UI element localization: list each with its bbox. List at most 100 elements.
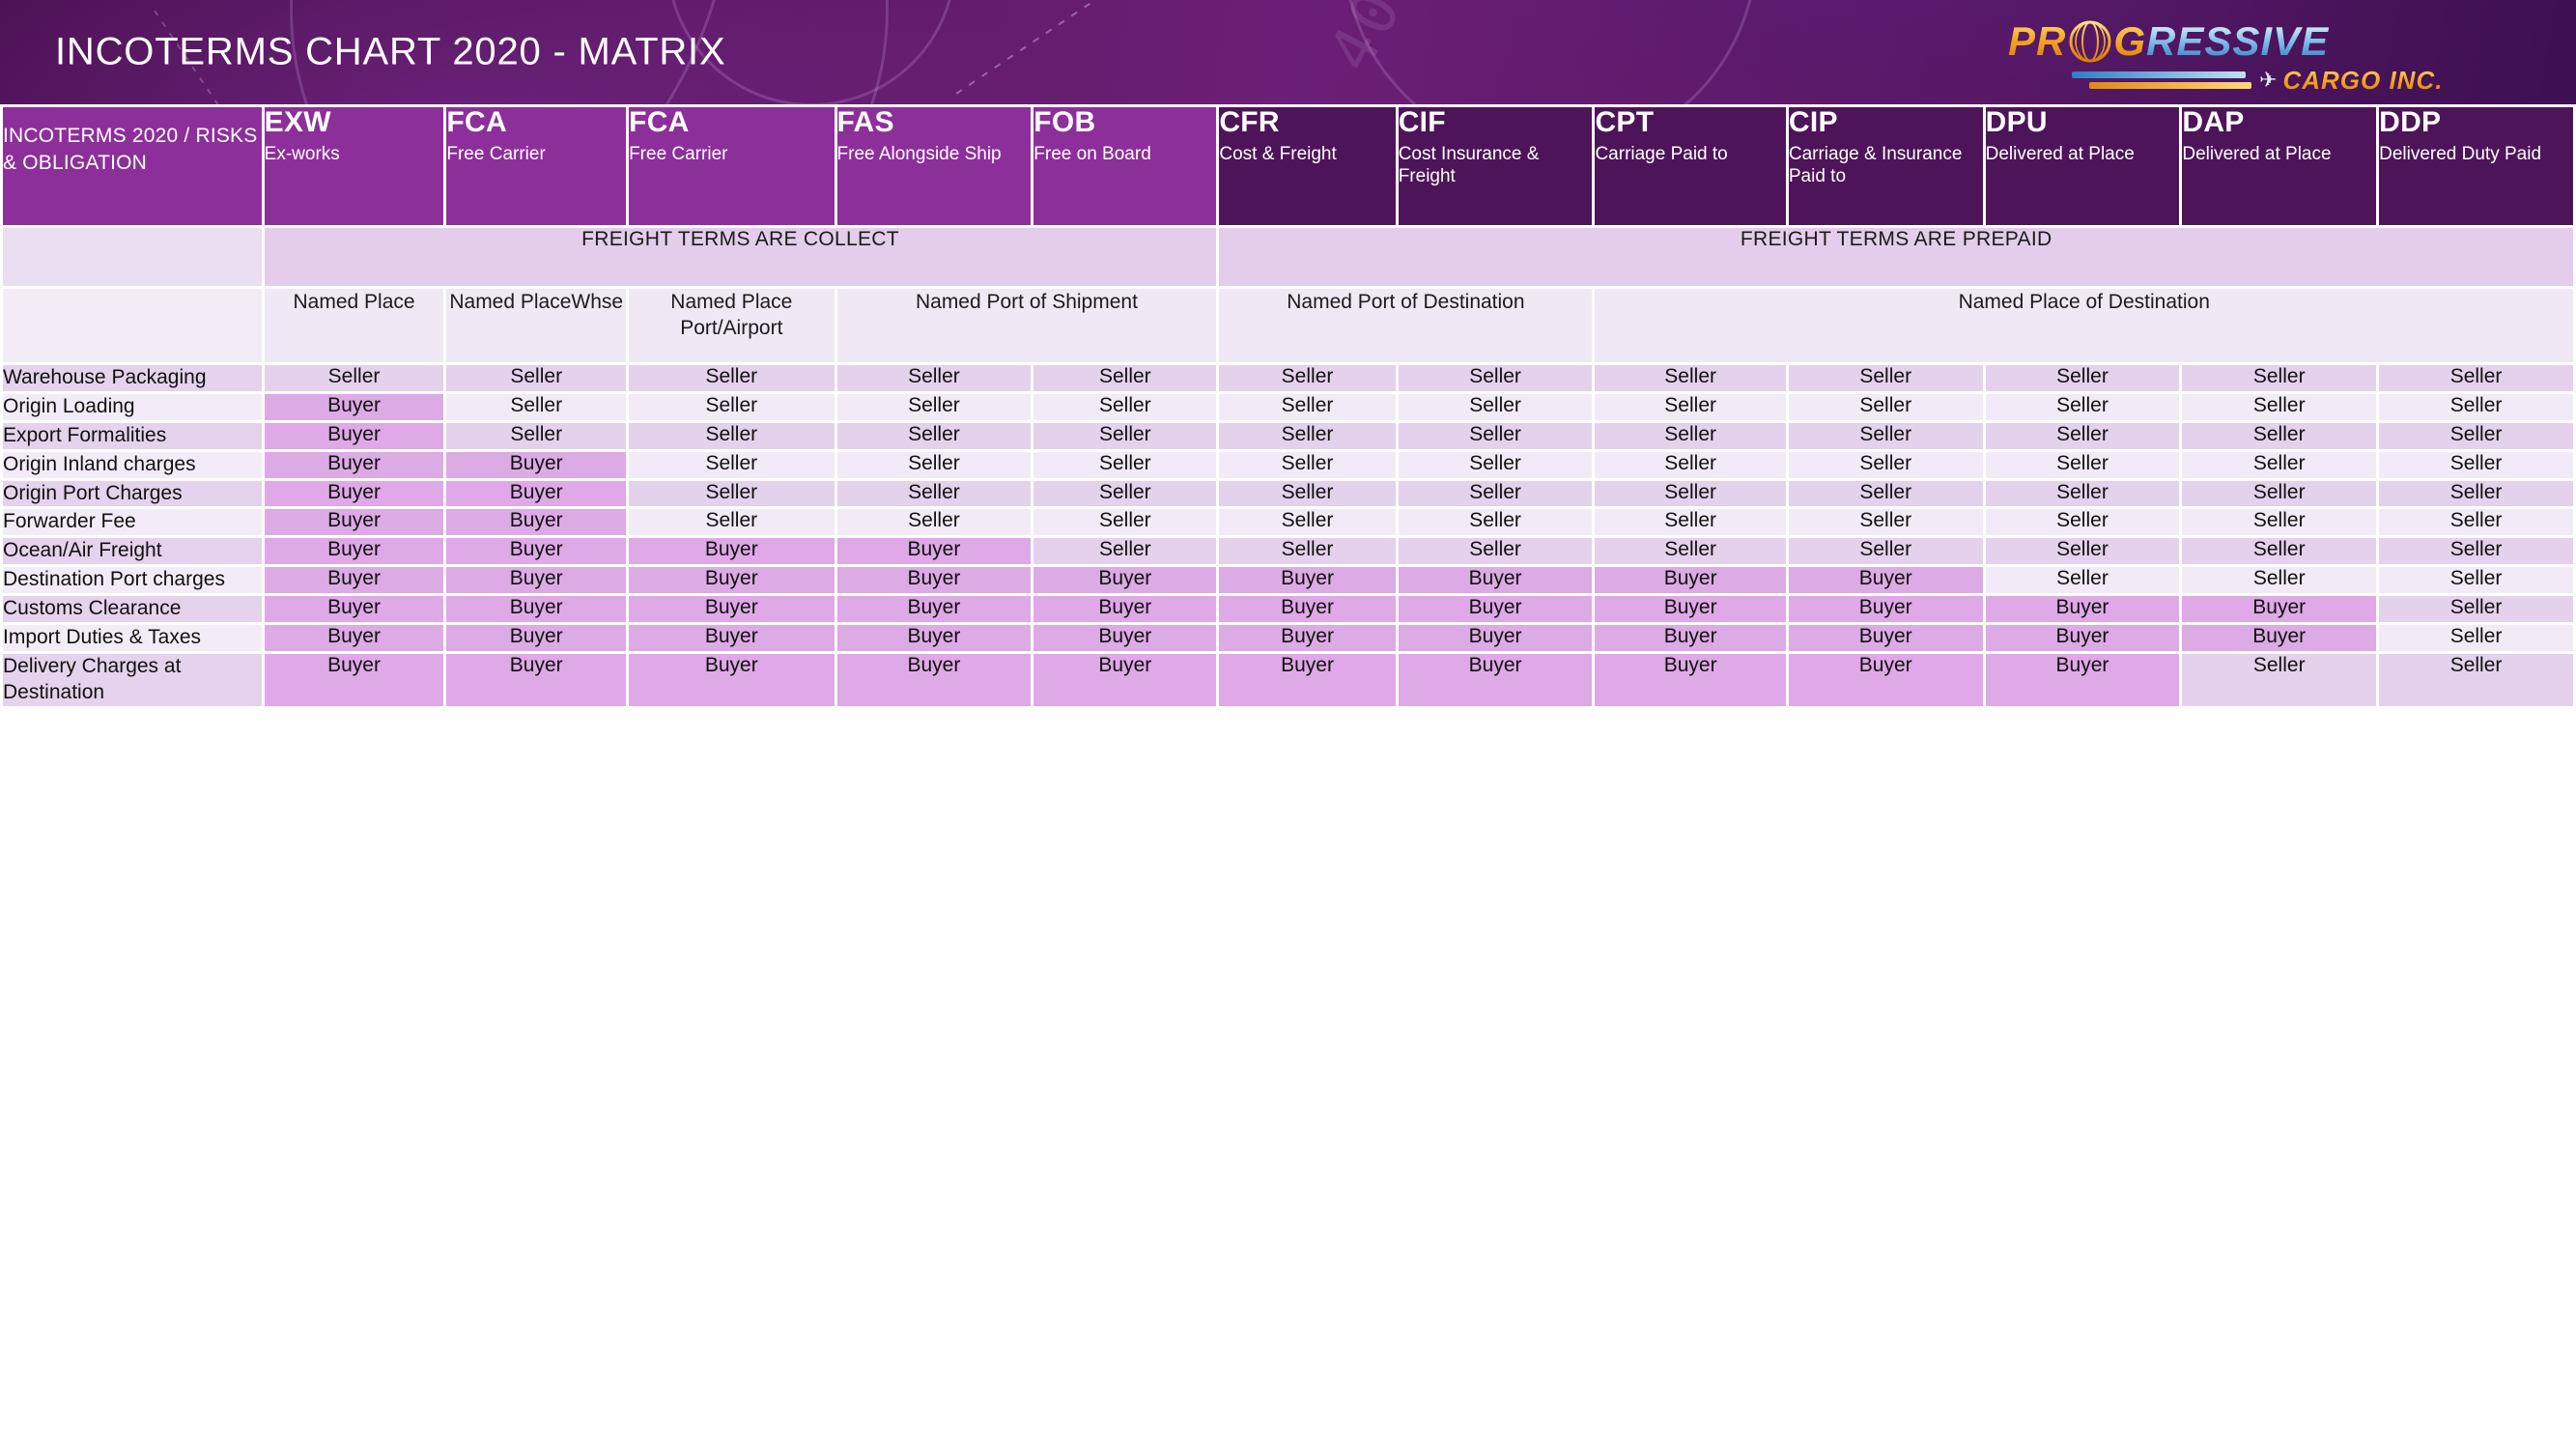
table-row: Customs Clearance Buyer Buyer Buyer Buyer Buy… (3, 596, 2573, 622)
matrix-cell-seller: Seller (1219, 393, 1396, 420)
matrix-cell-seller: Seller (2182, 480, 2377, 507)
matrix-cell-buyer: Buyer (629, 596, 835, 622)
column-description: Ex-works (264, 143, 340, 164)
matrix-cell-seller: Seller (2182, 567, 2377, 593)
matrix-cell-seller: Seller (629, 451, 835, 478)
matrix-cell-seller: Seller (1985, 509, 2180, 536)
table-row: Destination Port charges Buyer Buyer Buyer B… (3, 567, 2573, 593)
matrix-cell-buyer: Buyer (446, 451, 627, 478)
matrix-cell-seller: Seller (264, 365, 444, 391)
logo-wordmark: PR GRESSIVE (2008, 15, 2491, 68)
named-place-row: Named Place Named PlaceWhse Named Place Po… (3, 289, 2573, 362)
named-place-header: Named PlaceWhse (446, 289, 627, 362)
matrix-cell-buyer: Buyer (1788, 624, 1983, 651)
matrix-cell-seller: Seller (1033, 509, 1217, 536)
column-description: Carriage & Insurance Paid to (1788, 143, 1963, 186)
matrix-cell-seller: Seller (1398, 509, 1593, 536)
matrix-cell-buyer: Buyer (1398, 624, 1593, 651)
matrix-cell-seller: Seller (1985, 451, 2180, 478)
matrix-cell-buyer: Buyer (446, 653, 627, 706)
matrix-cell-seller: Seller (1219, 538, 1396, 565)
matrix-cell-seller: Seller (629, 393, 835, 420)
matrix-cell-seller: Seller (446, 393, 627, 420)
matrix-cell-buyer: Buyer (446, 509, 627, 536)
matrix-cell-seller: Seller (1595, 538, 1786, 565)
matrix-cell-buyer: Buyer (1985, 653, 2180, 706)
matrix-cell-seller: Seller (1788, 365, 1983, 391)
company-logo: PR GRESSIVE ✈ CARGO INC. (2008, 6, 2491, 99)
column-code: FAS (836, 106, 894, 138)
column-code: FCA (629, 106, 690, 138)
column-header-fas-3: FAS Free Alongside Ship (836, 106, 1032, 225)
column-code: DPU (1985, 106, 2048, 138)
matrix-cell-seller: Seller (836, 451, 1032, 478)
matrix-cell-buyer: Buyer (264, 624, 444, 651)
incoterms-chart-page: 40 INCOTERMS CHART 2020 - MATRIX PR GRES… (0, 0, 2576, 1449)
matrix-cell-buyer: Buyer (1595, 653, 1786, 706)
column-description: Carriage Paid to (1595, 143, 1728, 164)
table-row: Origin Loading Buyer Seller Seller Seller Sel… (3, 393, 2573, 420)
column-header-dap-10: DAP Delivered at Place (2182, 107, 2377, 225)
matrix-cell-buyer: Buyer (264, 596, 444, 622)
matrix-cell-buyer: Buyer (1788, 653, 1983, 706)
column-code: FCA (446, 106, 507, 138)
matrix-cell-seller: Seller (629, 365, 835, 391)
matrix-cell-buyer: Buyer (1985, 624, 2180, 651)
row-label: Delivery Charges at Destination (3, 653, 262, 706)
matrix-cell-seller: Seller (836, 509, 1032, 536)
matrix-cell-seller: Seller (1595, 509, 1786, 536)
page-title: INCOTERMS CHART 2020 - MATRIX (55, 30, 726, 73)
logo-g-letter: G (2113, 18, 2147, 64)
matrix-cell-seller: Seller (1985, 422, 2180, 449)
matrix-cell-seller: Seller (1219, 422, 1396, 449)
airplane-icon: ✈ (2259, 68, 2278, 92)
matrix-cell-seller: Seller (1595, 422, 1786, 449)
table-row: Import Duties & Taxes Buyer Buyer Buyer Buye… (3, 624, 2573, 651)
matrix-cell-buyer: Buyer (836, 624, 1032, 651)
column-header-dpu-9: DPU Delivered at Place (1985, 106, 2180, 225)
matrix-cell-buyer: Buyer (264, 451, 444, 478)
freight-term-band: FREIGHT TERMS ARE COLLECT (264, 228, 1217, 286)
matrix-cell-seller: Seller (1398, 393, 1593, 420)
freight-terms-row: FREIGHT TERMS ARE COLLECT FREIGHT TERMS A… (3, 228, 2573, 286)
matrix-cell-buyer: Buyer (1398, 653, 1593, 706)
matrix-cell-seller: Seller (2182, 451, 2377, 478)
table-row: Warehouse Packaging Seller Seller Seller Sel… (3, 365, 2573, 391)
column-header-fca-2: FCA Free Carrier (629, 106, 835, 225)
row-label: Ocean/Air Freight (3, 538, 262, 565)
matrix-cell-buyer: Buyer (2182, 596, 2377, 622)
named-place-header: Named Place of Destination (1595, 289, 2573, 362)
matrix-cell-seller: Seller (1219, 365, 1396, 391)
corner-header-label: INCOTERMS 2020 / RISKS & OBLIGATION (3, 125, 258, 174)
named-place-header: Named Port of Destination (1219, 289, 1593, 362)
matrix-cell-buyer: Buyer (1033, 653, 1217, 706)
table-row: Origin Port Charges Buyer Buyer Seller Selle… (3, 480, 2573, 507)
column-code: FOB (1033, 106, 1096, 138)
matrix-cell-seller: Seller (2379, 451, 2573, 478)
matrix-cell-buyer: Buyer (446, 480, 627, 507)
column-header-cfr-5: CFR Cost & Freight (1219, 107, 1396, 225)
matrix-cell-seller: Seller (1033, 451, 1217, 478)
column-code: CIP (1788, 106, 1838, 138)
matrix-cell-buyer: Buyer (1219, 567, 1396, 593)
matrix-cell-seller: Seller (1788, 393, 1983, 420)
named-place-header: Named Place (264, 289, 444, 362)
matrix-cell-seller: Seller (1033, 480, 1217, 507)
row-label: Destination Port charges (3, 567, 262, 593)
matrix-cell-seller: Seller (446, 422, 627, 449)
logo-ressive-rest: RESSIVE (2146, 18, 2330, 64)
matrix-cell-seller: Seller (2379, 393, 2573, 420)
column-header-cip-8: CIP Carriage & Insurance Paid to (1788, 106, 1983, 225)
matrix-cell-seller: Seller (2379, 653, 2573, 706)
matrix-cell-buyer: Buyer (446, 596, 627, 622)
matrix-cell-buyer: Buyer (446, 538, 627, 565)
matrix-cell-seller: Seller (1033, 365, 1217, 391)
named-place-corner-spacer (3, 289, 262, 362)
matrix-cell-seller: Seller (2379, 538, 2573, 565)
matrix-cell-seller: Seller (1219, 451, 1396, 478)
row-label: Warehouse Packaging (3, 365, 262, 391)
matrix-cell-buyer: Buyer (446, 567, 627, 593)
matrix-cell-buyer: Buyer (1595, 596, 1786, 622)
matrix-cell-seller: Seller (629, 480, 835, 507)
matrix-cell-buyer: Buyer (446, 624, 627, 651)
